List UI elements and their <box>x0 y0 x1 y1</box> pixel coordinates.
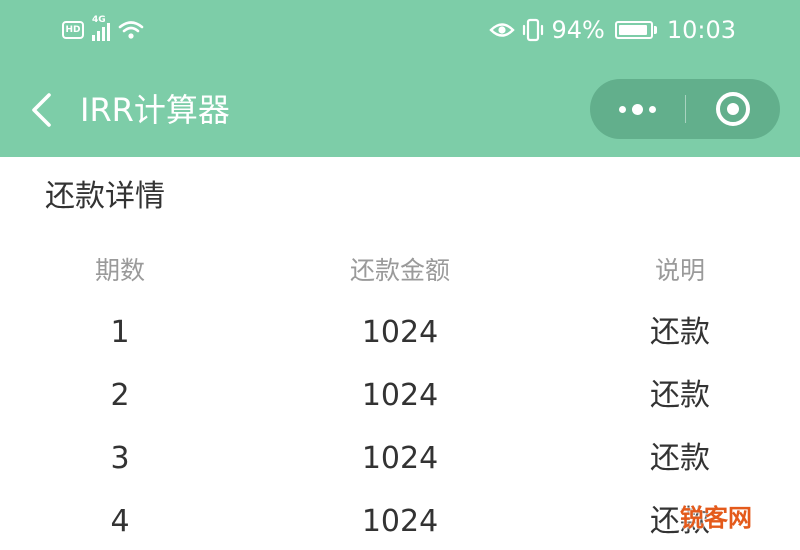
cell-note: 还款 <box>650 441 710 476</box>
cell-period: 3 <box>110 441 130 476</box>
cell-note: 还款 <box>650 378 710 413</box>
column-header-note: 说明 <box>654 256 705 285</box>
cell-amount: 1024 <box>361 315 439 350</box>
chevron-left-icon <box>32 93 51 127</box>
status-bar-right: 94% 10:03 <box>489 14 736 46</box>
signal-icon: 4G <box>92 15 110 41</box>
network-type-label: 4G <box>92 15 106 25</box>
wifi-icon <box>118 21 144 39</box>
table-header: 期数 还款金额 说明 <box>0 246 800 296</box>
target-circle-icon <box>716 92 750 126</box>
status-bar-left: HD 4G <box>62 15 144 44</box>
table-row: 1 1024 还款 <box>0 308 800 358</box>
table-row: 2 1024 还款 <box>0 371 800 421</box>
cell-amount: 1024 <box>361 504 439 539</box>
close-mini-program-button[interactable] <box>686 79 780 139</box>
cell-period: 1 <box>110 315 130 350</box>
page-title: IRR计算器 <box>80 91 230 129</box>
more-button[interactable] <box>590 79 685 139</box>
clock-time: 10:03 <box>666 16 736 44</box>
section-title: 还款详情 <box>45 179 165 214</box>
table-row: 3 1024 还款 <box>0 434 800 484</box>
battery-icon <box>614 21 657 39</box>
mini-program-capsule <box>590 79 780 139</box>
eye-icon <box>489 23 516 37</box>
cell-period: 2 <box>110 378 130 413</box>
top-header: HD 4G 94% 10:03 IRR计算器 <box>0 0 800 157</box>
cell-note: 还款 <box>650 315 710 350</box>
watermark: 锐客网 <box>680 504 752 532</box>
battery-percent: 94% <box>551 16 605 44</box>
column-header-period: 期数 <box>94 256 145 285</box>
cell-amount: 1024 <box>361 378 439 413</box>
cell-amount: 1024 <box>361 441 439 476</box>
more-dots-icon <box>619 103 656 115</box>
cell-period: 4 <box>110 504 130 539</box>
back-button[interactable] <box>26 90 56 130</box>
hd-icon: HD <box>62 21 84 39</box>
column-header-amount: 还款金额 <box>349 256 450 285</box>
vibrate-icon <box>523 18 544 42</box>
